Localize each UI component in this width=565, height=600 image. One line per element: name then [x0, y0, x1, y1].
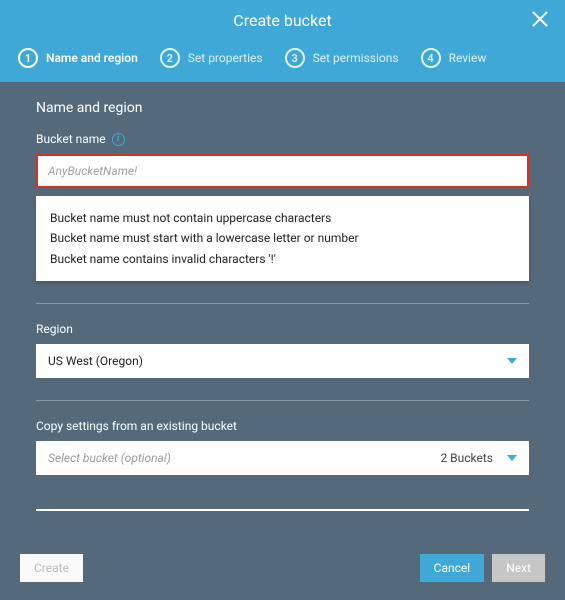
step-number: 1 [18, 48, 38, 68]
bucket-count: 2 Buckets [440, 451, 493, 465]
modal-footer: Create Cancel Next [0, 540, 565, 600]
create-button[interactable]: Create [20, 554, 83, 582]
create-bucket-modal: Create bucket 1 Name and region 2 Set pr… [0, 0, 565, 600]
region-value: US West (Oregon) [48, 354, 143, 368]
step-label: Review [449, 51, 487, 65]
step-name-region[interactable]: 1 Name and region [18, 48, 138, 68]
step-number: 2 [160, 48, 180, 68]
step-label: Set properties [188, 51, 263, 65]
error-line: Bucket name contains invalid characters … [50, 249, 515, 269]
divider [36, 400, 529, 401]
chevron-down-icon [507, 455, 517, 461]
copy-settings-label: Copy settings from an existing bucket [36, 419, 529, 433]
copy-placeholder: Select bucket (optional) [48, 451, 171, 465]
step-number: 3 [285, 48, 305, 68]
copy-bucket-select[interactable]: Select bucket (optional) 2 Buckets [36, 441, 529, 475]
step-set-permissions[interactable]: 3 Set permissions [285, 48, 399, 68]
close-icon[interactable] [529, 8, 551, 30]
divider [36, 303, 529, 304]
step-label: Name and region [46, 51, 138, 65]
bucket-name-label: Bucket name i [36, 132, 529, 146]
region-label: Region [36, 322, 529, 336]
info-icon[interactable]: i [112, 133, 125, 146]
cancel-button[interactable]: Cancel [420, 554, 485, 582]
step-set-properties[interactable]: 2 Set properties [160, 48, 263, 68]
step-number: 4 [421, 48, 441, 68]
error-line: Bucket name must start with a lowercase … [50, 228, 515, 248]
chevron-down-icon [507, 358, 517, 364]
bucket-name-input[interactable] [36, 154, 529, 188]
next-button[interactable]: Next [492, 554, 545, 582]
divider [36, 509, 529, 511]
section-title: Name and region [36, 100, 529, 116]
validation-errors: Bucket name must not contain uppercase c… [36, 196, 529, 281]
modal-title: Create bucket [233, 11, 331, 30]
region-select[interactable]: US West (Oregon) [36, 344, 529, 378]
step-label: Set permissions [313, 51, 399, 65]
modal-header: Create bucket 1 Name and region 2 Set pr… [0, 0, 565, 82]
modal-body: Name and region Bucket name i Bucket nam… [0, 82, 565, 540]
error-line: Bucket name must not contain uppercase c… [50, 208, 515, 228]
wizard-steps: 1 Name and region 2 Set properties 3 Set… [0, 40, 565, 82]
step-review[interactable]: 4 Review [421, 48, 487, 68]
